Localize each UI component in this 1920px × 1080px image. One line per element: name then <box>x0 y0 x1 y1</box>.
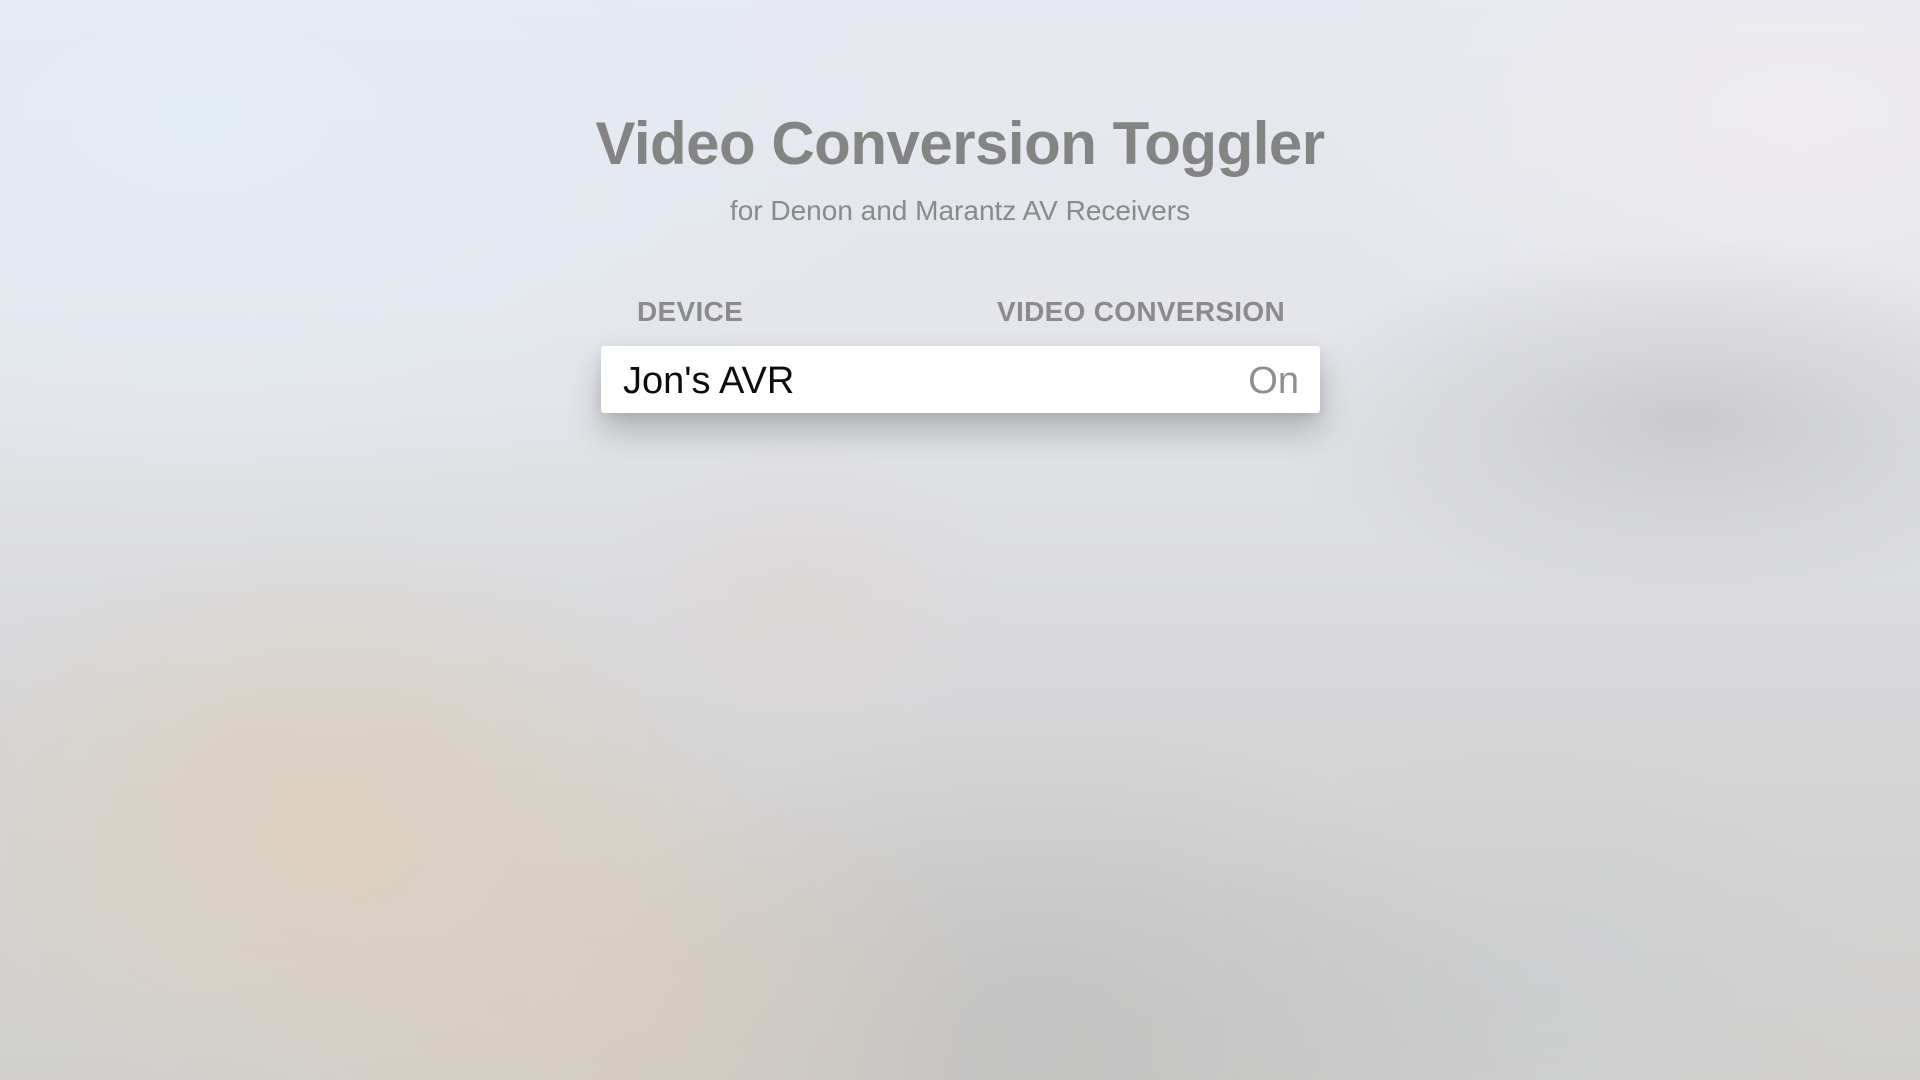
row-video-conversion-status: On <box>1248 360 1299 402</box>
device-table: DEVICE VIDEO CONVERSION Jon's AVR On <box>601 292 1320 413</box>
app-title: Video Conversion Toggler <box>595 110 1325 177</box>
column-header-video-conversion: VIDEO CONVERSION <box>997 296 1285 327</box>
table-column-headers: DEVICE VIDEO CONVERSION <box>601 292 1320 336</box>
column-header-device: DEVICE <box>637 296 744 327</box>
app-subtitle: for Denon and Marantz AV Receivers <box>729 195 1191 226</box>
row-device-name: Jon's AVR <box>623 360 795 402</box>
app-header: Video Conversion Toggler for Denon and M… <box>0 108 1920 228</box>
table-row[interactable]: Jon's AVR On <box>601 346 1320 413</box>
